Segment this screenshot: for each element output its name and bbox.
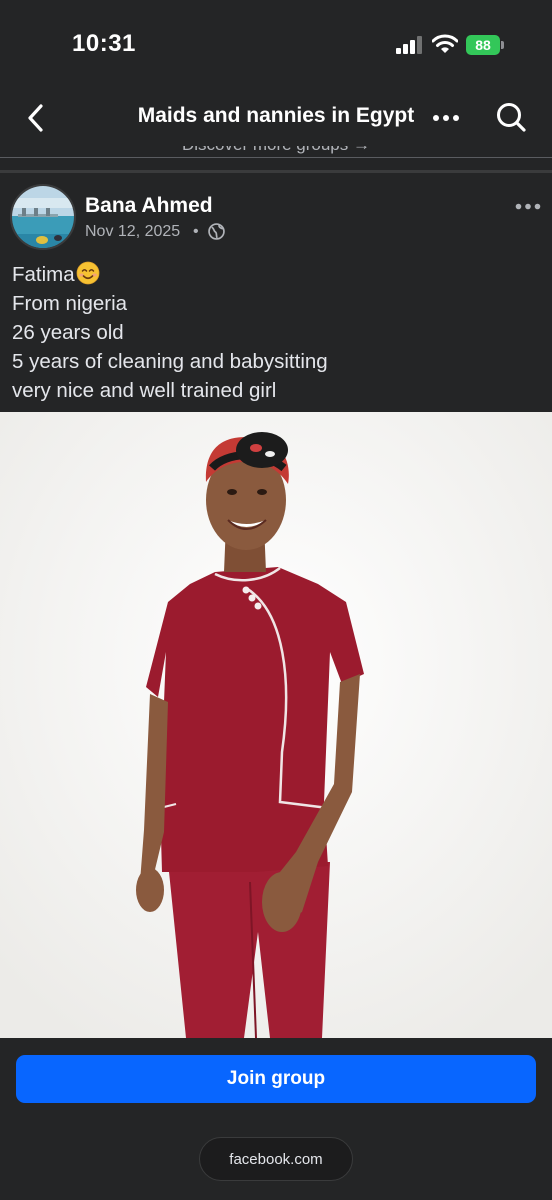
back-button[interactable] [16, 98, 56, 138]
status-time: 10:31 [72, 30, 136, 57]
app-screen: 10:31 88 Maids and nannies in Egypt Bana… [0, 0, 552, 1200]
globe-icon [208, 223, 225, 240]
section-divider [0, 170, 552, 173]
discover-more-label: Discover more groups → [0, 146, 552, 155]
discover-more-groups[interactable]: Discover more groups → [0, 146, 552, 158]
header-more-button[interactable] [426, 98, 466, 138]
avatar-image [12, 186, 74, 248]
post-line: From nigeria [12, 292, 128, 315]
more-horizontal-icon [515, 203, 541, 209]
post-date[interactable]: Nov 12, 2025 [85, 223, 180, 241]
author-avatar[interactable] [10, 184, 76, 250]
date-separator: • [193, 223, 199, 240]
post-more-button[interactable] [510, 192, 546, 220]
woman-in-uniform-photo [0, 412, 552, 1038]
group-header: Maids and nannies in Egypt [0, 90, 552, 146]
cellular-signal-icon [396, 36, 422, 54]
post-line-text: Fatima [12, 263, 75, 286]
chevron-left-icon [28, 104, 43, 132]
battery-icon: 88 [466, 35, 504, 55]
search-icon [497, 103, 526, 132]
more-horizontal-icon [433, 115, 459, 121]
smiling-face-emoji-icon [76, 261, 100, 285]
post-line: 5 years of cleaning and babysitting [12, 350, 328, 373]
post-photo[interactable] [0, 412, 552, 1038]
post-line: 26 years old [12, 321, 124, 344]
post-body: Fatima From nigeria 26 years old 5 years… [12, 260, 542, 405]
search-button[interactable] [490, 96, 532, 138]
author-name[interactable]: Bana Ahmed [85, 194, 213, 218]
post-line: very nice and well trained girl [12, 379, 277, 402]
status-bar: 10:31 88 [0, 0, 552, 90]
battery-level: 88 [475, 37, 491, 53]
browser-url-bar[interactable]: facebook.com [199, 1137, 353, 1181]
group-title: Maids and nannies in Egypt [137, 104, 415, 127]
post-line: Fatima [12, 260, 542, 289]
join-group-button[interactable]: Join group [16, 1055, 536, 1103]
wifi-icon [432, 34, 458, 53]
